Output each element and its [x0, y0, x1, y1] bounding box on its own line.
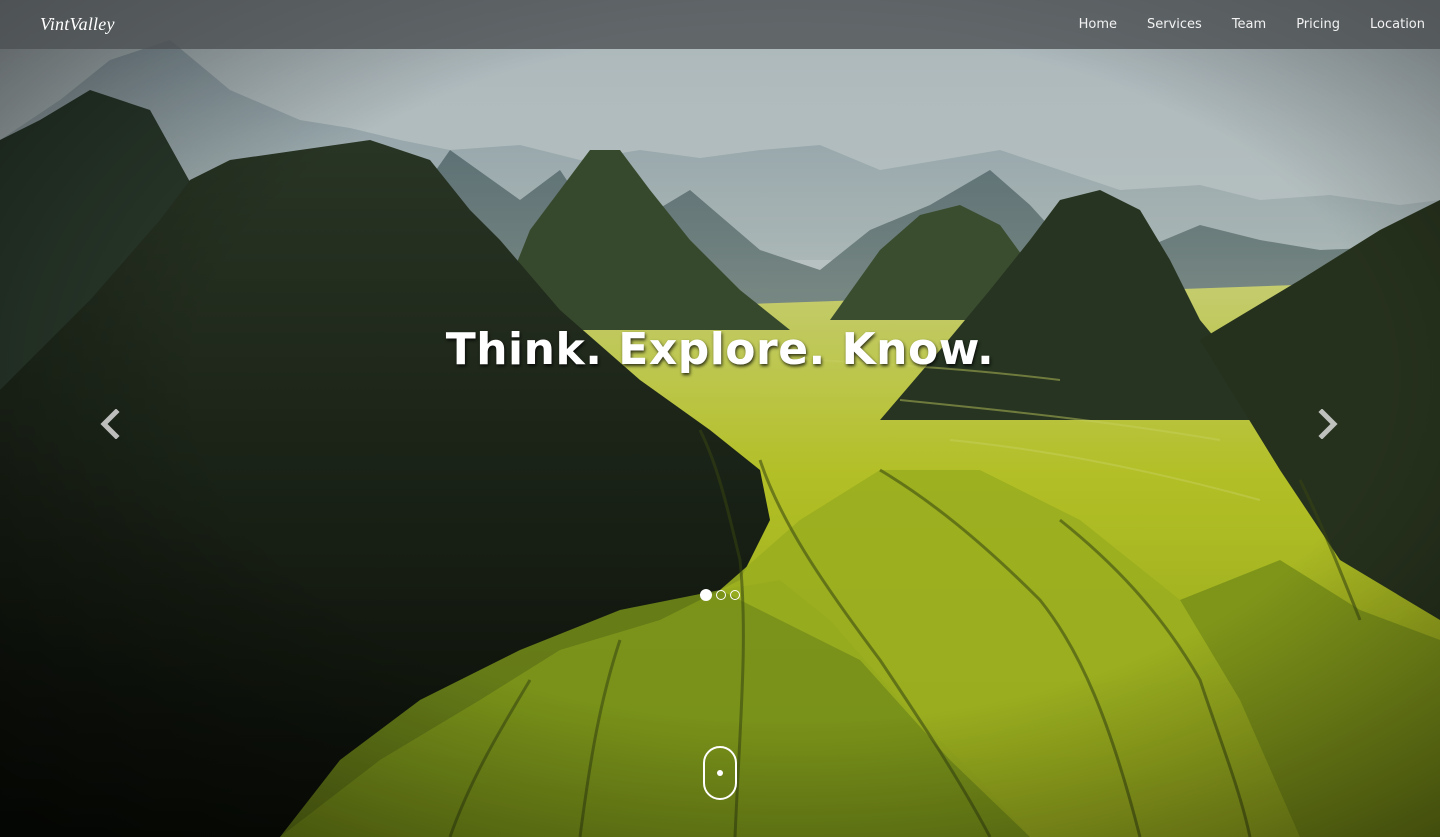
nav-link-home[interactable]: Home	[1079, 17, 1117, 32]
nav-link-pricing[interactable]: Pricing	[1296, 17, 1340, 32]
hero-background-image	[0, 0, 1440, 837]
carousel-next-button[interactable]	[1306, 402, 1350, 446]
chevron-right-icon	[1318, 409, 1338, 439]
nav-link-team[interactable]: Team	[1232, 17, 1266, 32]
top-navbar: VintValley Home Services Team Pricing Lo…	[0, 0, 1440, 49]
mouse-scroll-icon[interactable]	[703, 746, 737, 800]
scroll-wheel-dot	[717, 770, 723, 776]
carousel-prev-button[interactable]	[88, 402, 132, 446]
hero-carousel	[0, 0, 1440, 837]
brand-logo[interactable]: VintValley	[40, 14, 115, 35]
nav-link-location[interactable]: Location	[1370, 17, 1425, 32]
nav-links: Home Services Team Pricing Location	[1049, 17, 1425, 32]
nav-link-services[interactable]: Services	[1147, 17, 1202, 32]
carousel-indicator-3[interactable]	[730, 590, 740, 600]
hero-caption: Think. Explore. Know.	[445, 324, 995, 375]
chevron-left-icon	[100, 409, 120, 439]
carousel-indicator-2[interactable]	[716, 590, 726, 600]
carousel-indicators	[0, 589, 1440, 601]
carousel-indicator-1[interactable]	[700, 589, 712, 601]
